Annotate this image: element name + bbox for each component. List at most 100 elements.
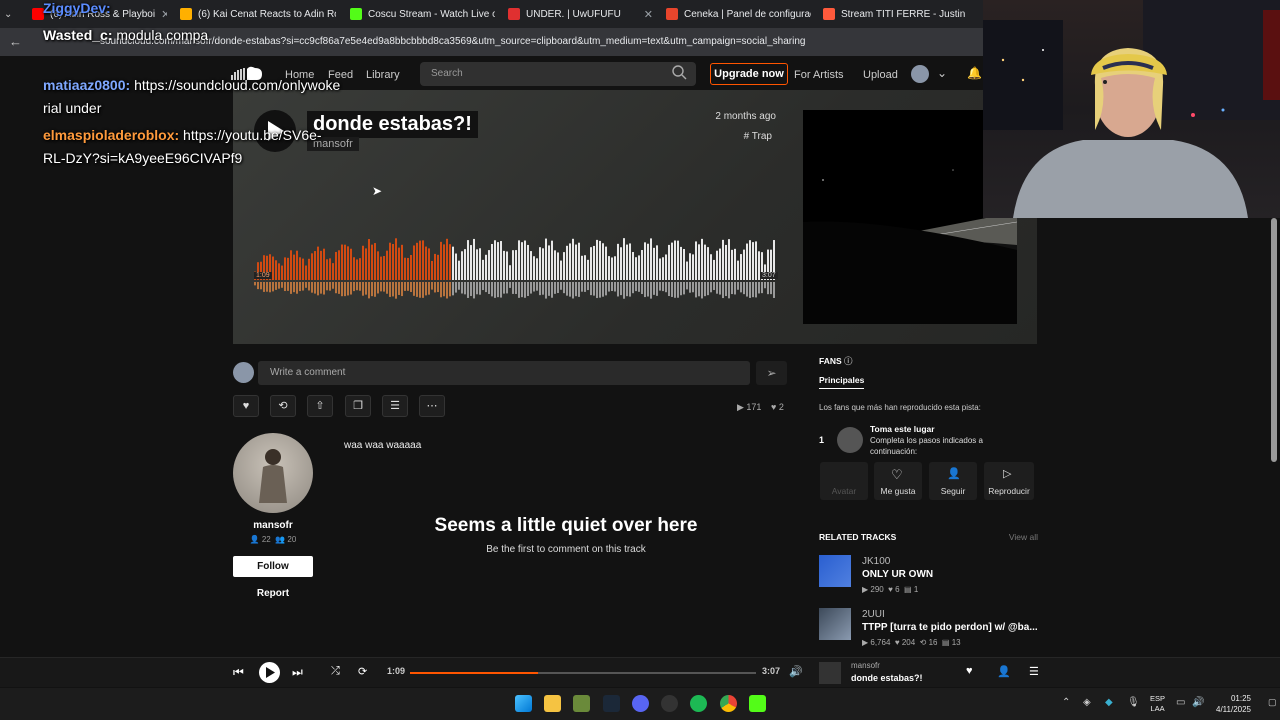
tab-4[interactable]: Ceneka | Panel de configuració✕ bbox=[666, 4, 811, 24]
waveform-bar-reflection bbox=[638, 282, 640, 292]
tray-app-icon[interactable]: ◆ bbox=[1105, 697, 1113, 708]
page-scrollbar[interactable] bbox=[1271, 218, 1277, 462]
waveform-bar bbox=[434, 253, 436, 280]
bell-icon[interactable]: 🔔 bbox=[967, 66, 982, 80]
tab-5[interactable]: Stream TITI FERRE - Justin Bieb✕ bbox=[823, 4, 968, 24]
user-plus-icon[interactable]: 👤 bbox=[997, 665, 1011, 678]
volume-icon[interactable]: 🔊 bbox=[789, 665, 803, 678]
follow-button[interactable]: Follow bbox=[233, 556, 313, 577]
search-icon[interactable] bbox=[672, 65, 687, 85]
chat-username: matiaaz0800: bbox=[43, 77, 135, 93]
windows-start-icon[interactable] bbox=[515, 695, 532, 712]
related-track-thumb[interactable] bbox=[819, 608, 851, 640]
waveform-bar-reflection bbox=[629, 282, 631, 297]
player-title[interactable]: donde estabas?! bbox=[851, 673, 923, 683]
waveform-bar bbox=[440, 241, 442, 280]
send-icon[interactable]: ➢ bbox=[756, 361, 787, 385]
related-track-title[interactable]: ONLY UR OWN bbox=[862, 569, 933, 580]
shuffle-icon[interactable]: ⤮ bbox=[331, 665, 340, 678]
close-icon[interactable]: ✕ bbox=[161, 8, 167, 21]
search-input[interactable]: Search bbox=[420, 62, 696, 86]
fan-like-step[interactable]: ♡ Me gusta bbox=[874, 462, 922, 500]
user-avatar[interactable] bbox=[911, 65, 929, 83]
waveform[interactable]: 1:09 3:07 bbox=[254, 238, 778, 302]
kick-icon[interactable] bbox=[749, 695, 766, 712]
player-play-button[interactable] bbox=[259, 662, 280, 683]
comment-input[interactable]: Write a comment bbox=[258, 361, 750, 385]
uploader-name[interactable]: mansofr bbox=[233, 520, 313, 531]
nav-library[interactable]: Library bbox=[366, 69, 400, 81]
notifications-icon[interactable]: ▢ bbox=[1268, 697, 1277, 708]
spotify-icon[interactable] bbox=[690, 695, 707, 712]
copy-link-button[interactable]: ❐ bbox=[345, 395, 371, 417]
player-artist[interactable]: mansofr bbox=[851, 661, 880, 670]
clock[interactable]: 01:25 4/11/2025 bbox=[1213, 693, 1251, 715]
progress-track[interactable] bbox=[410, 672, 756, 674]
waveform-bar bbox=[461, 251, 463, 280]
volume-icon[interactable]: 🔊 bbox=[1192, 697, 1204, 708]
upgrade-button[interactable]: Upgrade now bbox=[710, 63, 788, 85]
repost-button[interactable]: ⟲ bbox=[270, 395, 296, 417]
waveform-bar-reflection bbox=[332, 282, 334, 289]
steam-icon[interactable] bbox=[603, 695, 620, 712]
microphone-icon[interactable]: 🎙 bbox=[1127, 697, 1140, 708]
chrome-icon[interactable] bbox=[720, 695, 737, 712]
back-icon[interactable]: ← bbox=[9, 34, 22, 49]
tray-app-icon[interactable]: ◈ bbox=[1083, 697, 1091, 708]
add-to-playlist-button[interactable]: ☰ bbox=[382, 395, 408, 417]
waveform-bar bbox=[554, 250, 556, 280]
network-icon[interactable]: ▭ bbox=[1176, 697, 1185, 708]
waveform-bar bbox=[479, 248, 481, 280]
nav-for-artists[interactable]: For Artists bbox=[794, 69, 844, 81]
waveform-bar bbox=[686, 261, 688, 280]
fans-description: Los fans que más han reproducido esta pi… bbox=[819, 403, 981, 412]
waveform-bar-reflection bbox=[707, 282, 709, 296]
fan-play-step[interactable]: ▷ Reproducir bbox=[984, 462, 1034, 500]
minecraft-icon[interactable] bbox=[573, 695, 590, 712]
related-track-artist[interactable]: 2UUI bbox=[862, 609, 885, 620]
tab-3[interactable]: UNDER. | UwUFUFU ✕ bbox=[508, 4, 653, 24]
tab-list-button[interactable]: ⌄ bbox=[4, 4, 24, 24]
related-track-title[interactable]: TTPP [turra te pido perdon] w/ @ba... bbox=[862, 622, 1038, 633]
info-icon[interactable]: ⓘ bbox=[844, 356, 853, 366]
tray-chevron-icon[interactable]: ⌃ bbox=[1062, 697, 1070, 708]
repeat-icon[interactable]: ⟳ bbox=[358, 665, 367, 678]
waveform-bar-reflection bbox=[551, 282, 553, 298]
waveform-bar bbox=[311, 253, 313, 280]
tab-2[interactable]: Coscu Stream - Watch Live on✕ bbox=[350, 4, 495, 24]
obs-icon[interactable] bbox=[661, 695, 678, 712]
view-all-link[interactable]: View all bbox=[1000, 532, 1038, 542]
close-icon[interactable]: ✕ bbox=[644, 8, 653, 21]
waveform-bar-reflection bbox=[599, 282, 601, 298]
discord-icon[interactable] bbox=[632, 695, 649, 712]
related-track-artist[interactable]: JK100 bbox=[862, 556, 890, 567]
waveform-bar-reflection bbox=[443, 282, 445, 297]
waveform-bar bbox=[731, 249, 733, 280]
waveform-bar-reflection bbox=[545, 282, 547, 299]
tab-principales[interactable]: Principales bbox=[819, 375, 865, 389]
heart-icon[interactable]: ♥ bbox=[966, 665, 973, 677]
nav-upload[interactable]: Upload bbox=[863, 69, 898, 81]
share-button[interactable]: ⇧ bbox=[307, 395, 333, 417]
queue-icon[interactable]: ☰ bbox=[1029, 665, 1039, 678]
track-tag[interactable]: # Trap bbox=[720, 131, 772, 142]
previous-icon[interactable]: ⏮ bbox=[233, 665, 244, 680]
input-language[interactable]: ESP LAA bbox=[1150, 694, 1165, 714]
waveform-bar bbox=[500, 241, 502, 280]
player-artwork[interactable] bbox=[819, 662, 841, 684]
chevron-down-icon: ⌄ bbox=[4, 8, 13, 20]
chevron-down-icon[interactable]: ⌄ bbox=[937, 66, 947, 80]
like-button[interactable]: ♥ bbox=[233, 395, 259, 417]
chat-text: modula compa bbox=[116, 27, 209, 43]
related-track-thumb[interactable] bbox=[819, 555, 851, 587]
tab-1[interactable]: (6) Kai Cenat Reacts to Adin Ro✕ bbox=[180, 4, 336, 24]
uploader-avatar[interactable] bbox=[233, 433, 313, 513]
file-explorer-icon[interactable] bbox=[544, 695, 561, 712]
fan-follow-step[interactable]: 👤 Seguir bbox=[929, 462, 977, 500]
heart-outline-icon: ♡ bbox=[891, 467, 903, 482]
report-button[interactable]: Report bbox=[233, 588, 313, 599]
next-icon[interactable]: ⏭ bbox=[292, 665, 303, 680]
more-button[interactable]: ⋯ bbox=[419, 395, 445, 417]
waveform-bar-reflection bbox=[752, 282, 754, 298]
waveform-bar-reflection bbox=[533, 282, 535, 292]
